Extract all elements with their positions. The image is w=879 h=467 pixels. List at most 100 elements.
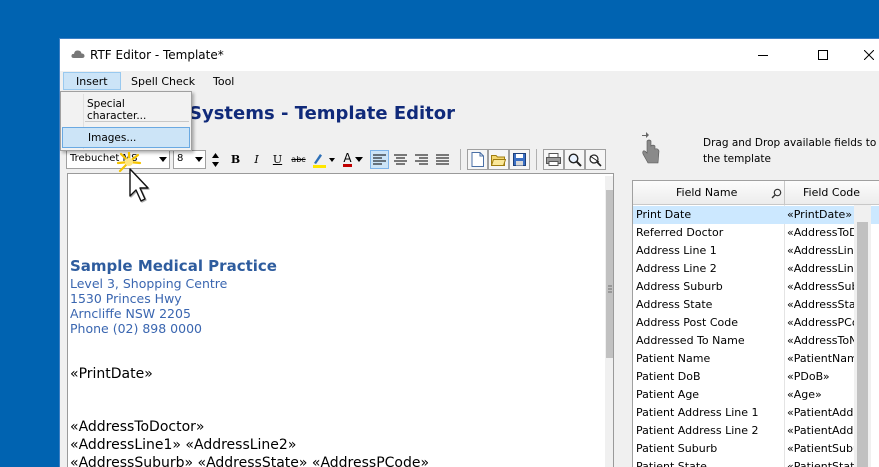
table-row[interactable]: Patient State «PatientState» (633, 458, 879, 467)
close-icon (864, 50, 874, 60)
menu-spell-check[interactable]: Spell Check (124, 73, 202, 91)
field-code-cell: «AddressToName» (787, 334, 857, 347)
field-code-cell: «Age» (787, 388, 822, 401)
field-code-cell: «AddressLine1» (787, 244, 857, 257)
field-name-cell: Address Post Code (636, 316, 738, 329)
toolbar-divider (460, 149, 461, 170)
print-icon (546, 153, 561, 166)
maximize-icon (818, 50, 828, 60)
find-button[interactable] (564, 149, 585, 170)
align-center-icon (394, 154, 407, 165)
open-folder-icon (491, 155, 506, 166)
cloud-app-icon (71, 50, 85, 58)
table-row[interactable]: Addressed To Name «AddressToName» (633, 332, 879, 350)
table-row[interactable]: Print Date «PrintDate» (633, 206, 879, 224)
field-name-cell: Address Line 1 (636, 244, 717, 257)
align-right-button[interactable] (412, 150, 431, 169)
column-header-field-code[interactable]: Field Code (803, 186, 860, 199)
strikethrough-button[interactable]: abc (289, 150, 308, 169)
highlight-color-button[interactable] (310, 150, 338, 169)
minimize-icon (758, 55, 768, 56)
font-color-button[interactable]: A (339, 150, 367, 169)
merge-field-suburb-line: «AddressSuburb» «AddressState» «AddressP… (70, 455, 430, 467)
table-row[interactable]: Patient Suburb «PatientSuburb» (633, 440, 879, 458)
table-row[interactable]: Patient Address Line 1 «PatientAddress1» (633, 404, 879, 422)
highlighter-icon (313, 153, 335, 168)
table-row[interactable]: Patient Address Line 2 «PatientAddress2» (633, 422, 879, 440)
new-document-icon (471, 152, 484, 167)
table-row[interactable]: Patient Name «PatientName» (633, 350, 879, 368)
search-icon (567, 152, 582, 167)
table-row[interactable]: Address Suburb «AddressSuburb» (633, 278, 879, 296)
column-divider (784, 181, 785, 205)
minimize-button[interactable] (740, 39, 786, 71)
table-row[interactable]: Address Line 1 «AddressLine1» (633, 242, 879, 260)
menu-item-images[interactable]: Images... (62, 127, 190, 148)
field-name-cell: Patient DoB (636, 370, 701, 383)
table-row[interactable]: Patient Age «Age» (633, 386, 879, 404)
menu-item-special-character[interactable]: Special character... (62, 94, 190, 122)
align-center-button[interactable] (391, 150, 410, 169)
table-row[interactable]: Address Line 2 «AddressLine2» (633, 260, 879, 278)
align-left-button[interactable] (370, 150, 389, 169)
field-code-cell: «AddressLine2» (787, 262, 857, 275)
underline-button[interactable]: U (268, 150, 287, 169)
column-header-field-name[interactable]: Field Name (676, 186, 737, 199)
field-code-cell: «PrintDate» (787, 208, 853, 221)
font-size-spinner[interactable] (211, 151, 220, 169)
field-name-cell: Address Suburb (636, 280, 723, 293)
save-button[interactable] (509, 149, 530, 170)
grip-icon (608, 285, 612, 293)
table-row[interactable]: Address State «AddressState» (633, 296, 879, 314)
field-code-cell: «PatientSuburb» (787, 442, 857, 455)
address-line: Level 3, Shopping Centre (70, 276, 228, 291)
merge-field-address-to-doctor: «AddressToDoctor» (70, 419, 205, 435)
phone-line: Phone (02) 898 0000 (70, 321, 202, 336)
field-name-cell: Patient Name (636, 352, 711, 365)
field-name-cell: Address State (636, 298, 713, 311)
document-editor[interactable]: Sample Medical Practice Level 3, Shoppin… (67, 173, 614, 467)
table-row[interactable]: Patient DoB «PDoB» (633, 368, 879, 386)
search-icon[interactable] (771, 188, 782, 199)
menu-bar: Insert Spell Check Tool (60, 71, 879, 92)
field-code-cell: «AddressPCode» (787, 316, 857, 329)
practice-name: Sample Medical Practice (70, 257, 277, 275)
field-name-cell: Print Date (636, 208, 692, 221)
close-button[interactable] (846, 39, 879, 71)
field-name-cell: Patient Age (636, 388, 700, 401)
table-row[interactable]: Referred Doctor «AddressToDoctor» (633, 224, 879, 242)
font-size-value: 8 (177, 153, 184, 164)
table-row[interactable]: Address Post Code «AddressPCode» (633, 314, 879, 332)
drag-drop-hint: Drag and Drop available fields to the te… (703, 137, 877, 165)
menu-tool[interactable]: Tool (206, 73, 241, 91)
merge-field-print-date: «PrintDate» (70, 366, 153, 382)
maximize-button[interactable] (800, 39, 846, 71)
field-code-cell: «AddressToDoctor» (787, 226, 857, 239)
font-size-select[interactable]: 8 (173, 150, 206, 169)
field-name-cell: Patient Address Line 1 (636, 406, 759, 419)
print-button[interactable] (543, 149, 564, 170)
chevron-down-icon (195, 157, 203, 162)
bold-button[interactable]: B (226, 150, 245, 169)
field-name-cell: Referred Doctor (636, 226, 724, 239)
field-code-cell: «PatientState» (787, 460, 857, 467)
field-code-cell: «PatientAddress2» (787, 424, 857, 437)
font-color-label: A (343, 150, 352, 167)
field-code-cell: «PatientAddress1» (787, 406, 857, 419)
field-code-cell: «AddressState» (787, 298, 857, 311)
address-line: 1530 Princes Hwy (70, 291, 182, 306)
open-folder-button[interactable] (488, 149, 509, 170)
grid-scrollbar-thumb[interactable] (857, 222, 868, 467)
field-name-cell: Patient Address Line 2 (636, 424, 759, 437)
new-document-button[interactable] (467, 149, 488, 170)
editor-scrollbar-thumb[interactable] (606, 190, 613, 358)
align-right-icon (415, 154, 428, 165)
field-code-cell: «AddressSuburb» (787, 280, 857, 293)
italic-button[interactable]: I (247, 150, 266, 169)
title-bar[interactable]: RTF Editor - Template* (60, 39, 879, 71)
align-justify-button[interactable] (433, 150, 452, 169)
insert-menu-dropdown: Special character... Images... (60, 91, 192, 151)
menu-insert[interactable]: Insert (63, 72, 121, 90)
replace-button[interactable] (585, 149, 606, 170)
menu-divider (85, 121, 189, 122)
